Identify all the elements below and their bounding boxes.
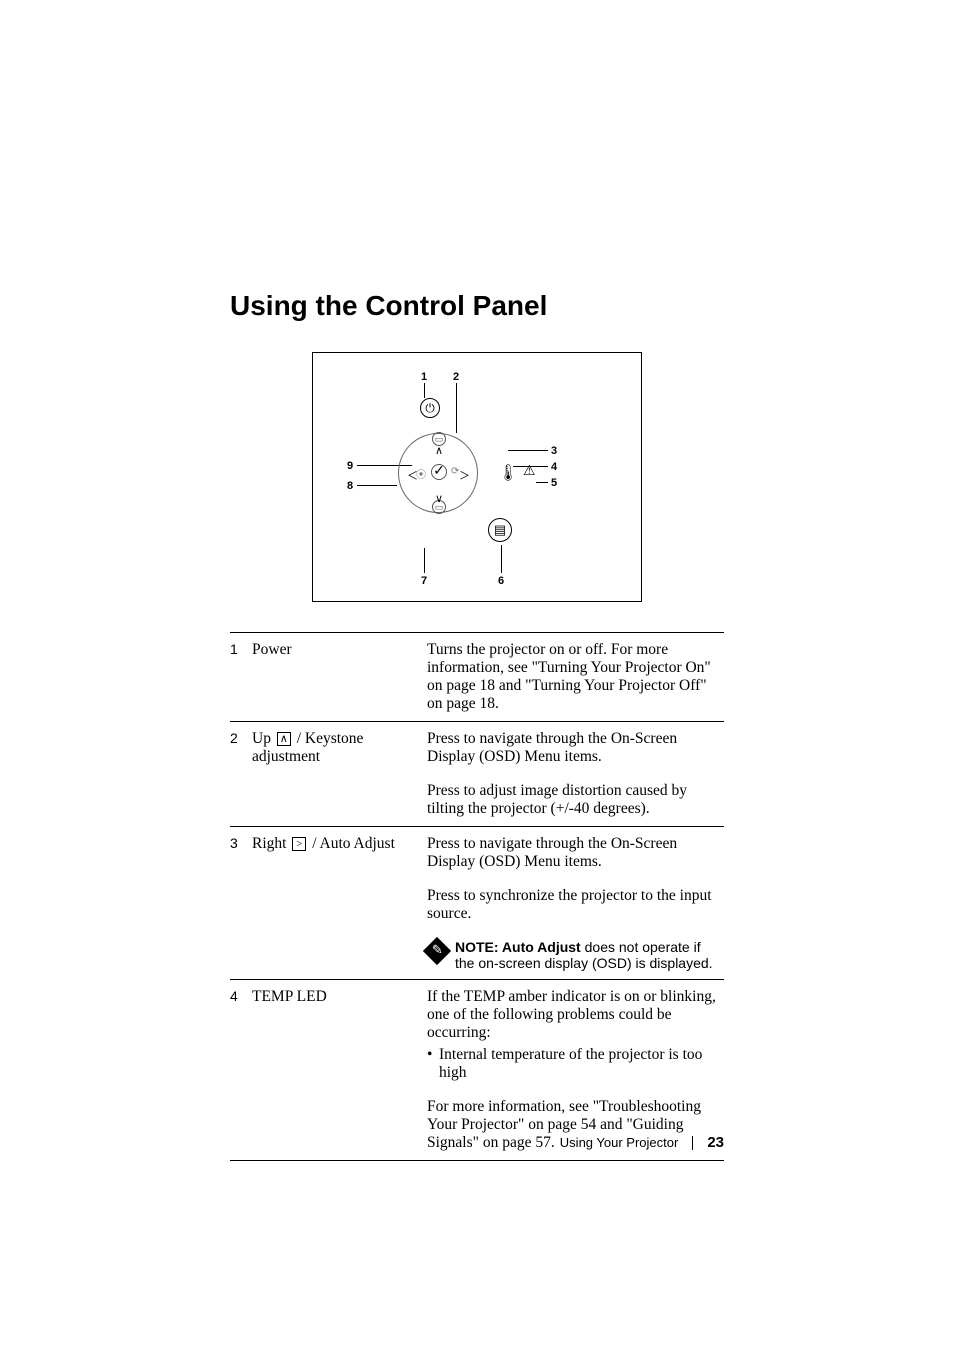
chevron-down-icon: ∨ — [435, 492, 443, 505]
diagram-label-5: 5 — [551, 477, 557, 489]
section-heading: Using the Control Panel — [230, 290, 724, 322]
row-num: 3 — [230, 827, 252, 880]
label-pre: Up — [252, 730, 275, 747]
diagram-label-7: 7 — [421, 575, 427, 587]
row-bullet: Internal temperature of the projector is… — [427, 1046, 718, 1082]
row-desc-2: Press to adjust image distortion caused … — [427, 774, 724, 827]
row-desc: If the TEMP amber indicator is on or bli… — [427, 980, 724, 1091]
row-note: NOTE: Auto Adjust does not operate if th… — [427, 931, 724, 980]
thermometer-icon: 🌡 — [498, 463, 518, 483]
control-panel-diagram: 1 2 3 4 5 6 7 8 9 ⏻ ▭ ▭ ∧ ∨ ＜ ＞ ⦿ ⟳ ✓ 🌡 — [312, 352, 642, 602]
warning-icon: ⚠ — [523, 463, 536, 480]
row-label: TEMP LED — [252, 980, 427, 1091]
diagram-label-1: 1 — [421, 371, 427, 383]
diagram-label-6: 6 — [498, 575, 504, 587]
diagram-label-2: 2 — [453, 371, 459, 383]
label-pre: Right — [252, 835, 290, 852]
right-arrow-icon: > — [292, 837, 306, 851]
diagram-label-3: 3 — [551, 445, 557, 457]
diagram-label-8: 8 — [347, 480, 353, 492]
row-label: Right > / Auto Adjust — [252, 827, 427, 880]
row-num: 4 — [230, 980, 252, 1091]
source-icon: ⦿ — [416, 466, 426, 481]
label-post: / Auto Adjust — [308, 835, 395, 852]
menu-icon: ▤ — [488, 518, 512, 542]
note-bold: NOTE: — [455, 939, 502, 955]
control-panel-table: 1 Power Turns the projector on or off. F… — [230, 632, 724, 1161]
note-strong: Auto Adjust — [502, 939, 581, 955]
chevron-right-icon: ＞ — [459, 467, 470, 483]
row-label: Up ∧ / Keystone adjustment — [252, 722, 427, 775]
footer-section: Using Your Projector — [560, 1135, 679, 1150]
power-icon: ⏻ — [420, 398, 440, 418]
diagram-label-9: 9 — [347, 460, 353, 472]
auto-adjust-icon: ⟳ — [451, 466, 459, 477]
row-num: 2 — [230, 722, 252, 775]
row-num: 1 — [230, 633, 252, 722]
row-label: Power — [252, 633, 427, 722]
row-desc: Turns the projector on or off. For more … — [427, 633, 724, 722]
dpad-icon: ▭ ▭ ∧ ∨ ＜ ＞ ⦿ ⟳ ✓ — [398, 433, 478, 513]
page-footer: Using Your Projector 23 — [560, 1134, 724, 1151]
footer-page-number: 23 — [707, 1134, 724, 1151]
diagram-label-4: 4 — [551, 461, 557, 473]
up-arrow-icon: ∧ — [277, 732, 291, 746]
enter-icon: ✓ — [431, 464, 447, 480]
chevron-up-icon: ∧ — [435, 444, 443, 457]
row-desc: Press to navigate through the On-Screen … — [427, 827, 724, 880]
row-desc-2: Press to synchronize the projector to th… — [427, 879, 724, 931]
note-icon — [423, 937, 451, 965]
row-desc: Press to navigate through the On-Screen … — [427, 722, 724, 775]
footer-divider-icon — [692, 1136, 693, 1150]
row-desc-text: If the TEMP amber indicator is on or bli… — [427, 988, 718, 1042]
